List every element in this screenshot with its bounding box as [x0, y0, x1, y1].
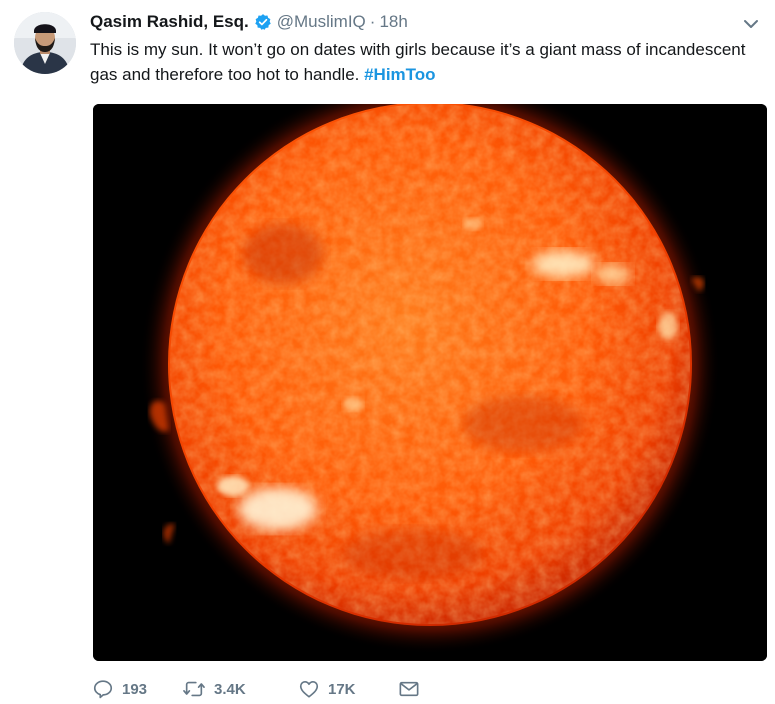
heart-icon [298, 678, 320, 700]
tweet-text: This is my sun. It won’t go on dates wit… [90, 37, 750, 87]
retweet-count: 3.4K [214, 680, 246, 698]
separator-dot: · [369, 12, 376, 31]
author-name[interactable]: Qasim Rashid, Esq. [90, 12, 249, 32]
retweet-button[interactable]: 3.4K [182, 678, 298, 700]
envelope-icon [398, 679, 420, 699]
reply-count: 193 [122, 680, 148, 698]
reply-button[interactable]: 193 [92, 678, 182, 700]
sun-photo[interactable] [93, 104, 767, 661]
direct-message-button[interactable] [398, 679, 420, 699]
avatar[interactable] [14, 12, 76, 74]
verified-badge-icon [254, 13, 272, 31]
like-count: 17K [328, 680, 356, 698]
tweet-card: Qasim Rashid, Esq. @MuslimIQ · 18h This … [0, 0, 775, 704]
chevron-down-icon[interactable] [741, 14, 761, 34]
tweet-actions: 193 3.4K 17K [92, 677, 420, 701]
author-handle[interactable]: @MuslimIQ [277, 12, 366, 32]
tweet-header: Qasim Rashid, Esq. @MuslimIQ · 18h [90, 10, 735, 34]
like-button[interactable]: 17K [298, 678, 398, 700]
tweet-timestamp[interactable]: 18h [379, 12, 407, 32]
retweet-icon [182, 678, 206, 700]
hashtag-link[interactable]: #HimToo [364, 65, 435, 84]
reply-icon [92, 678, 114, 700]
